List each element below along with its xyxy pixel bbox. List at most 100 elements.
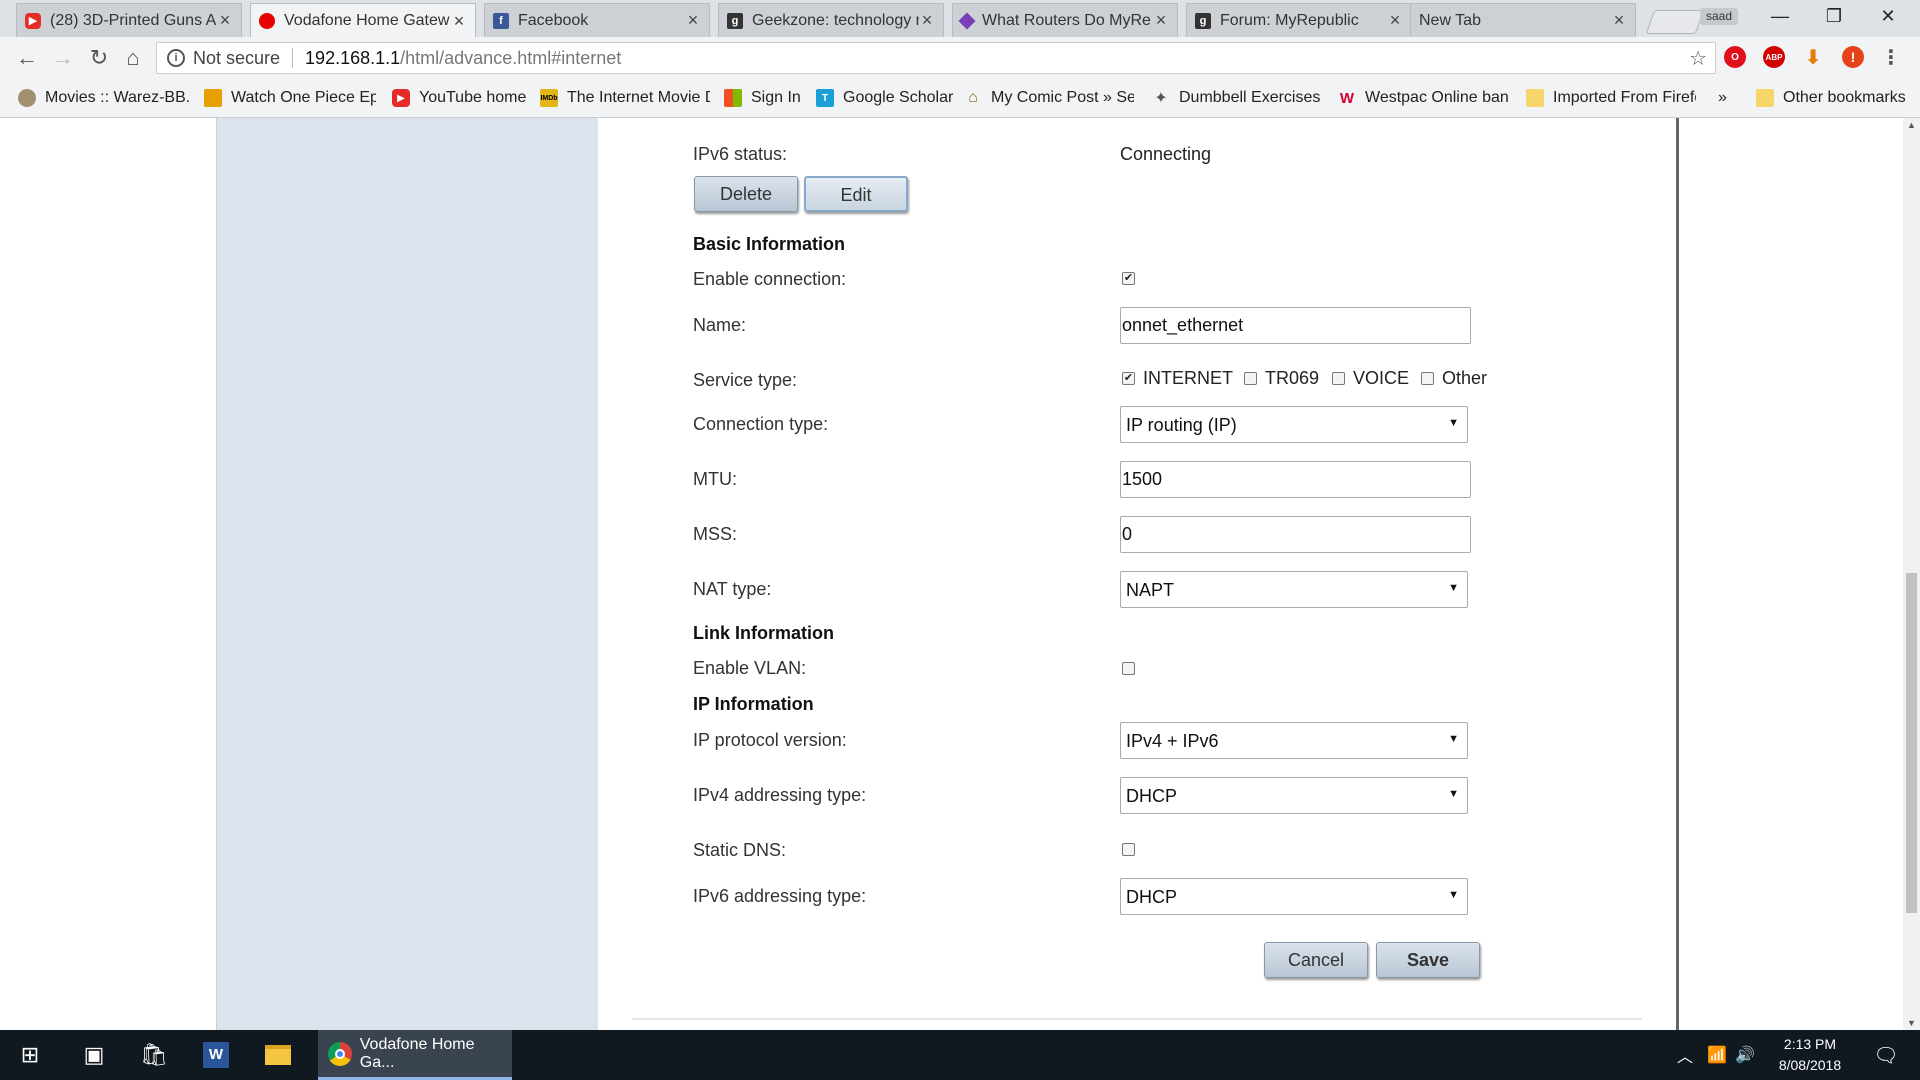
service-voice-checkbox[interactable] xyxy=(1332,372,1345,385)
bookmark-item[interactable]: Watch One Piece Epis xyxy=(204,87,376,109)
service-internet[interactable]: ✔ INTERNET xyxy=(1122,368,1233,389)
tab-facebook[interactable]: f Facebook × xyxy=(484,3,710,37)
taskbar-chrome-window[interactable]: Vodafone Home Ga... xyxy=(318,1030,512,1080)
ipv4-addressing-label: IPv4 addressing type: xyxy=(693,785,867,805)
service-other-label: Other xyxy=(1442,368,1488,388)
ipv6-addressing-value: DHCP xyxy=(1126,887,1178,907)
taskbar-clock[interactable]: 2:13 PM 8/08/2018 xyxy=(1755,1034,1865,1076)
address-bar[interactable]: i Not secure 192.168.1.1 /html/advance.h… xyxy=(156,42,1716,74)
bookmark-item[interactable]: ✦ Dumbbell Exercises G xyxy=(1152,87,1322,109)
static-dns-checkbox[interactable] xyxy=(1122,843,1135,856)
star-icon[interactable]: ☆ xyxy=(1689,46,1707,71)
back-icon[interactable]: ← xyxy=(10,37,44,79)
enable-vlan-checkbox[interactable] xyxy=(1122,662,1135,675)
geekzone-icon: g xyxy=(727,12,743,29)
tab-routers[interactable]: What Routers Do MyRe × xyxy=(952,3,1178,37)
mss-field[interactable]: 0 xyxy=(1120,516,1471,553)
bookmark-item[interactable]: ⌂ My Comic Post » Sea xyxy=(964,87,1134,109)
service-internet-checkbox[interactable]: ✔ xyxy=(1122,372,1135,385)
scrollbar-thumb[interactable] xyxy=(1906,573,1917,913)
bookmark-item[interactable]: Imported From Firefo xyxy=(1526,87,1696,109)
word-icon[interactable]: W xyxy=(196,1030,236,1080)
opera-icon[interactable]: O xyxy=(1724,46,1746,68)
wifi-icon[interactable]: 📶 xyxy=(1702,1030,1732,1080)
bookmark-item[interactable]: IMDb The Internet Movie D xyxy=(540,87,710,109)
save-button[interactable]: Save xyxy=(1376,942,1480,978)
mtu-field[interactable]: 1500 xyxy=(1120,461,1471,498)
tab-title: Geekzone: technology n xyxy=(752,11,919,29)
service-other-checkbox[interactable] xyxy=(1421,372,1434,385)
basic-info-heading: Basic Information xyxy=(693,234,846,254)
static-dns-label: Static DNS: xyxy=(693,840,787,860)
bookmark-item[interactable]: W Westpac Online bank xyxy=(1338,87,1508,109)
service-tr069-checkbox[interactable] xyxy=(1244,372,1257,385)
alert-icon[interactable]: ! xyxy=(1842,46,1864,68)
service-other[interactable]: Other xyxy=(1421,368,1487,389)
bookmark-item[interactable]: Movies :: Warez-BB.o xyxy=(18,87,190,109)
tab-youtube[interactable]: ▶ (28) 3D-Printed Guns Ar × xyxy=(16,3,242,37)
restore-icon[interactable]: ❐ xyxy=(1810,0,1858,32)
tab-geekzone[interactable]: g Geekzone: technology n × xyxy=(718,3,944,37)
bookmark-item[interactable]: ▶ YouTube home xyxy=(392,87,532,109)
bookmark-item[interactable]: T Google Scholar xyxy=(816,87,956,109)
profile-button[interactable]: saad xyxy=(1700,8,1738,25)
new-tab-button[interactable] xyxy=(1645,10,1705,34)
service-voice[interactable]: VOICE xyxy=(1332,368,1409,389)
tab-strip: ▶ (28) 3D-Printed Guns Ar × Vodafone Hom… xyxy=(0,0,1920,38)
close-icon[interactable]: × xyxy=(1387,10,1403,31)
close-icon[interactable]: × xyxy=(217,10,233,31)
ip-protocol-select[interactable]: IPv4 + IPv6 ▼ xyxy=(1120,722,1468,759)
service-tr069[interactable]: TR069 xyxy=(1244,368,1319,389)
ip-protocol-label: IP protocol version: xyxy=(693,730,847,750)
name-label: Name: xyxy=(693,315,747,335)
taskbar: ⊞ ▣ 🛍 W Vodafone Home Ga... ︿ 📶 🔊 2:13 P… xyxy=(0,1030,1920,1080)
edit-button[interactable]: Edit xyxy=(804,176,908,212)
close-icon[interactable]: × xyxy=(685,10,701,31)
ipv6-addressing-select[interactable]: DHCP ▼ xyxy=(1120,878,1468,915)
bookmark-label: YouTube home xyxy=(419,89,527,106)
close-icon[interactable]: × xyxy=(1153,10,1169,31)
nat-type-select[interactable]: NAPT ▼ xyxy=(1120,571,1468,608)
name-field[interactable]: onnet_ethernet xyxy=(1120,307,1471,344)
bookmarks-overflow[interactable]: » xyxy=(1718,87,1738,109)
connection-type-select[interactable]: IP routing (IP) ▼ xyxy=(1120,406,1468,443)
reload-icon[interactable]: ↻ xyxy=(82,37,116,79)
bookmark-item[interactable]: Other bookmarks xyxy=(1756,87,1920,109)
cancel-button[interactable]: Cancel xyxy=(1264,942,1368,978)
minimize-icon[interactable]: — xyxy=(1756,0,1804,32)
chevron-up-icon[interactable]: ︿ xyxy=(1670,1030,1700,1080)
home-icon[interactable]: ⌂ xyxy=(116,37,150,79)
chrome-icon xyxy=(328,1041,352,1066)
geekzone-icon: g xyxy=(1195,12,1211,29)
download-icon[interactable]: ⬇ xyxy=(1802,46,1824,69)
dropdown-arrow-icon: ▼ xyxy=(1448,889,1459,901)
scroll-up-icon[interactable]: ▲ xyxy=(1903,120,1920,130)
notification-icon[interactable]: 🗨 xyxy=(1866,1030,1906,1080)
close-icon[interactable]: × xyxy=(1611,10,1627,31)
bookmark-label: My Comic Post » Sea xyxy=(991,89,1134,106)
bookmark-item[interactable]: Sign In xyxy=(724,87,824,109)
page-scrollbar[interactable]: ▲ ▼ xyxy=(1903,118,1920,1030)
file-explorer-icon[interactable] xyxy=(258,1030,298,1080)
windows-start-icon[interactable]: ⊞ xyxy=(10,1030,50,1080)
forward-icon[interactable]: → xyxy=(46,37,80,79)
tab-new[interactable]: New Tab × xyxy=(1410,3,1636,37)
enable-connection-checkbox[interactable]: ✔ xyxy=(1122,272,1135,285)
connection-type-label: Connection type: xyxy=(693,414,829,434)
task-view-icon[interactable]: ▣ xyxy=(74,1030,114,1080)
delete-button[interactable]: Delete xyxy=(694,176,798,212)
dropdown-arrow-icon: ▼ xyxy=(1448,733,1459,745)
tab-forum[interactable]: g Forum: MyRepublic × xyxy=(1186,3,1412,37)
close-window-icon[interactable]: ✕ xyxy=(1864,0,1912,32)
tab-vodafone[interactable]: Vodafone Home Gatew × xyxy=(250,3,476,38)
adblock-icon[interactable]: ABP xyxy=(1763,46,1785,68)
divider xyxy=(292,48,294,68)
nat-type-value: NAPT xyxy=(1126,580,1175,600)
close-icon[interactable]: × xyxy=(451,11,467,32)
close-icon[interactable]: × xyxy=(919,10,935,31)
info-icon[interactable]: i xyxy=(167,49,185,67)
ipv4-addressing-select[interactable]: DHCP ▼ xyxy=(1120,777,1468,814)
scroll-down-icon[interactable]: ▼ xyxy=(1903,1018,1920,1028)
store-icon[interactable]: 🛍 xyxy=(134,1030,174,1080)
menu-icon[interactable]: ⋮ xyxy=(1880,46,1902,69)
